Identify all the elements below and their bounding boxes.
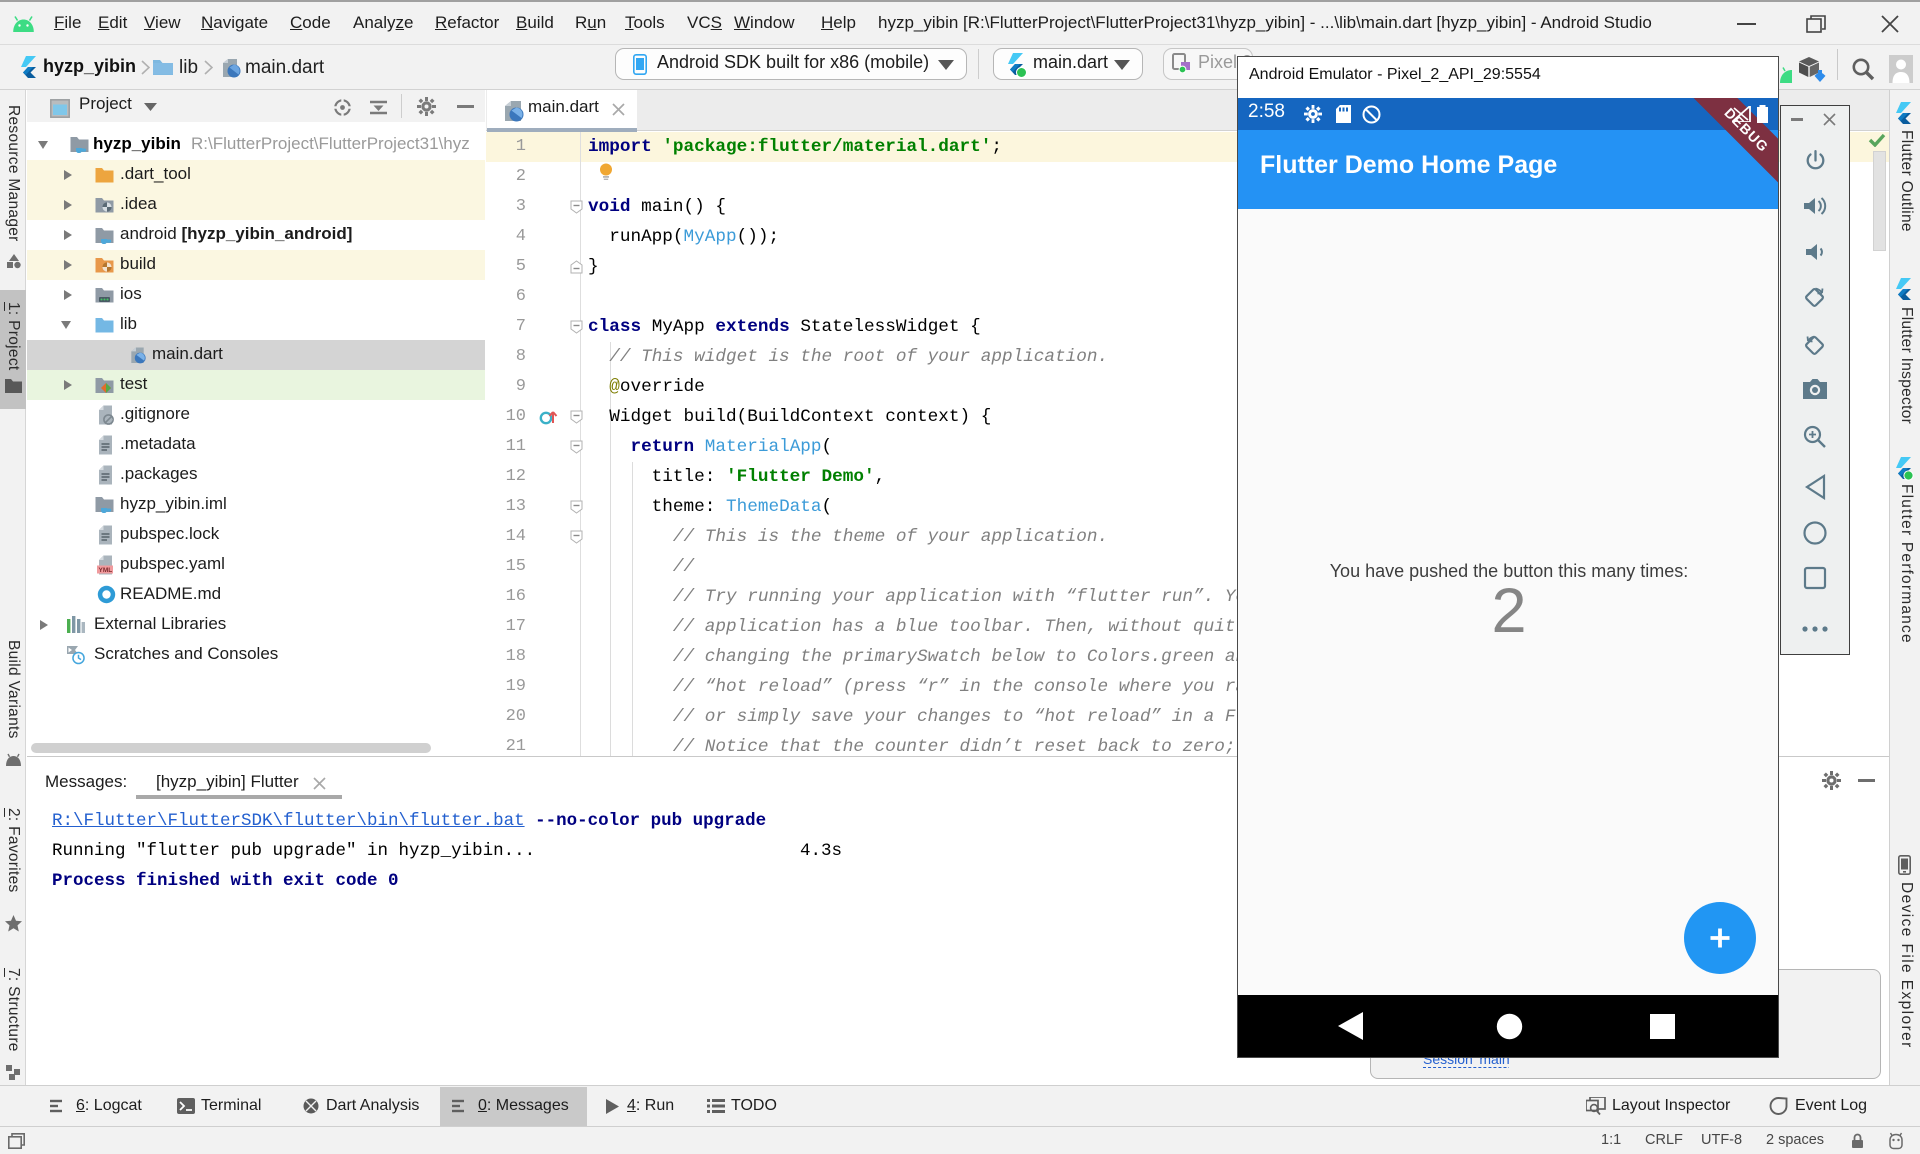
svg-text:YML: YML bbox=[99, 567, 113, 574]
